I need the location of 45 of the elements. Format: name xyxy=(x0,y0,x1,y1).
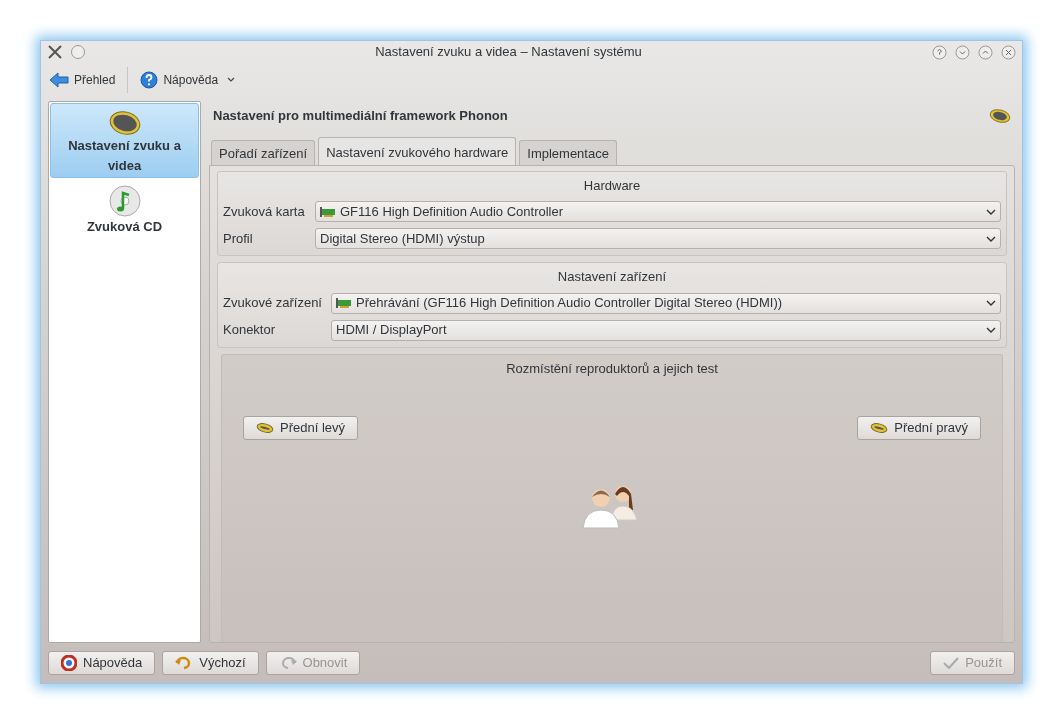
speaker-icon xyxy=(256,421,274,434)
dropdown[interactable]: HDMI / DisplayPort xyxy=(331,319,1001,341)
help-button[interactable]: Nápověda xyxy=(48,651,156,675)
help-icon[interactable] xyxy=(932,44,947,60)
tab[interactable]: Implementace xyxy=(519,140,617,165)
maximize-icon[interactable] xyxy=(978,44,993,60)
back-button[interactable]: Přehled xyxy=(47,68,118,91)
speaker-icon xyxy=(108,110,141,136)
sidebar-item[interactable]: Nastavení zvuku a videa xyxy=(50,103,199,178)
help-button[interactable]: Nápověda xyxy=(138,68,221,91)
checkmark-icon xyxy=(943,657,960,669)
dropdown[interactable]: Přehrávání (GF116 High Definition Audio Controller Digital Stereo (HDMI)) xyxy=(331,292,1001,314)
group-title: Hardware xyxy=(582,176,642,195)
speaker-button[interactable]: Přední levý xyxy=(243,416,359,440)
lifebuoy-icon xyxy=(61,655,77,671)
field-label: Zvukové zařízení xyxy=(223,294,323,313)
window-title: Nastavení zvuku a videa – Nastavení systému xyxy=(374,43,643,62)
chevron-down-icon xyxy=(986,299,996,307)
chevron-down-icon xyxy=(986,234,996,243)
field-label: Profil xyxy=(223,229,254,248)
field-label: Zvuková karta xyxy=(223,202,306,221)
defaults-button[interactable]: Výchozí xyxy=(162,651,259,675)
back-arrow-icon xyxy=(49,70,69,89)
tab[interactable]: Pořadí zařízení xyxy=(211,140,316,165)
pin-button[interactable] xyxy=(71,45,85,59)
panel-title: Rozmístění reproduktorů a jejich test xyxy=(505,359,719,378)
speaker-button[interactable]: Přední pravý xyxy=(857,416,981,440)
sound-card-icon xyxy=(320,205,336,218)
speaker-icon xyxy=(989,108,1011,124)
dropdown[interactable]: Digital Stereo (HDMI) výstup xyxy=(315,228,1001,249)
close-icon[interactable] xyxy=(1001,44,1016,60)
tab[interactable]: Nastavení zvukového hardware xyxy=(318,137,517,165)
help-icon xyxy=(140,70,159,89)
field-label: Konektor xyxy=(223,321,277,340)
sidebar-item[interactable]: Zvuková CD xyxy=(50,178,199,240)
chevron-down-icon xyxy=(986,326,996,334)
group-title: Nastavení zařízení xyxy=(556,268,668,286)
dropdown[interactable]: GF116 High Definition Audio Controller xyxy=(315,201,1001,222)
tools-icon[interactable] xyxy=(47,44,63,60)
chevron-down-icon xyxy=(986,207,996,216)
page-heading: Nastavení pro multimediální framework Phonon xyxy=(213,107,508,126)
speaker-icon xyxy=(870,421,889,434)
minimize-icon[interactable] xyxy=(955,44,970,60)
music-cd-icon xyxy=(108,185,141,217)
sound-card-icon xyxy=(336,297,352,309)
